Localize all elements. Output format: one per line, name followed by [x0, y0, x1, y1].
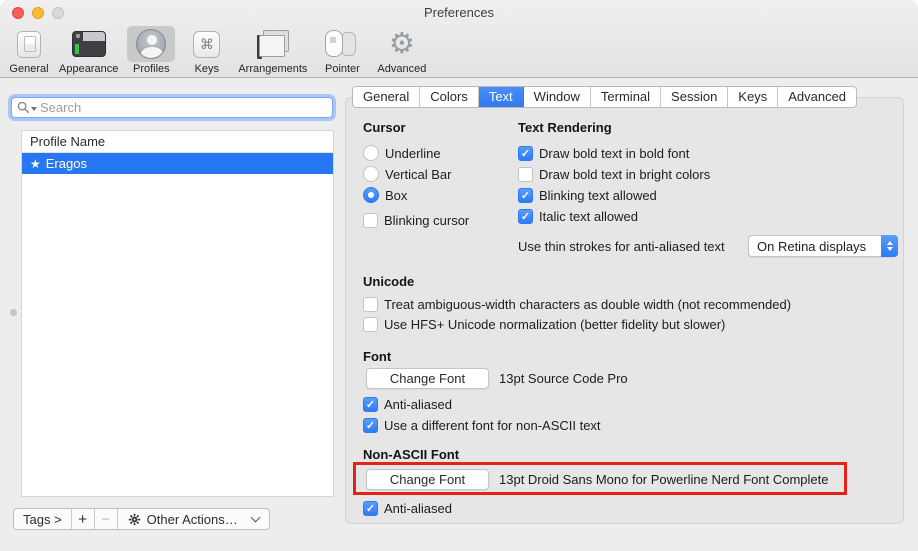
- remove-profile-button[interactable]: −: [95, 509, 118, 529]
- checkbox-bold-font[interactable]: ✓ Draw bold text in bold font: [518, 144, 898, 162]
- tab-colors[interactable]: Colors: [420, 87, 479, 107]
- tab-advanced[interactable]: Advanced: [778, 87, 856, 107]
- light-switch-icon: [17, 31, 41, 58]
- mouse-icon: [325, 30, 359, 58]
- toolbar-item-appearance[interactable]: Appearance: [59, 26, 118, 75]
- checkbox-hfs-normalization[interactable]: Use HFS+ Unicode normalization (better f…: [363, 315, 725, 333]
- profile-tabbar: General Colors Text Window Terminal Sess…: [352, 86, 857, 108]
- checkbox-icon[interactable]: [363, 317, 378, 332]
- checkbox-blinking-cursor[interactable]: Blinking cursor: [363, 211, 469, 229]
- tab-session[interactable]: Session: [661, 87, 728, 107]
- gear-icon: ⚙: [389, 30, 415, 59]
- radio-underline[interactable]: Underline: [363, 144, 469, 162]
- non-ascii-font-row: Change Font 13pt Droid Sans Mono for Pow…: [366, 469, 829, 490]
- font-description: 13pt Source Code Pro: [499, 371, 628, 386]
- toolbar-item-pointer[interactable]: Pointer: [316, 26, 368, 75]
- checkbox-different-nonascii-font[interactable]: ✓ Use a different font for non-ASCII tex…: [363, 416, 601, 434]
- non-ascii-font-description: 13pt Droid Sans Mono for Powerline Nerd …: [499, 472, 829, 487]
- checkbox-icon[interactable]: ✓: [518, 146, 533, 161]
- radio-icon[interactable]: [363, 166, 379, 182]
- checkbox-icon[interactable]: ✓: [363, 418, 378, 433]
- window-panes-icon: [255, 30, 291, 58]
- profile-search-field[interactable]: [11, 97, 333, 118]
- checkbox-bright-colors[interactable]: Draw bold text in bright colors: [518, 165, 898, 183]
- radio-box[interactable]: Box: [363, 186, 469, 204]
- star-icon: ★: [30, 157, 41, 171]
- person-icon: [136, 29, 166, 59]
- checkbox-non-ascii-anti-aliased[interactable]: ✓ Anti-aliased: [363, 499, 452, 517]
- radio-vertical-bar[interactable]: Vertical Bar: [363, 165, 469, 183]
- text-rendering-heading: Text Rendering: [518, 120, 898, 135]
- checkbox-blinking-text[interactable]: ✓ Blinking text allowed: [518, 186, 898, 204]
- chevron-down-icon: [250, 512, 260, 522]
- unicode-heading: Unicode: [363, 274, 414, 289]
- checkbox-italic-text[interactable]: ✓ Italic text allowed: [518, 207, 898, 225]
- appearance-window-icon: [72, 31, 106, 57]
- profile-footer-bar: Tags > + − Other Actions…: [13, 508, 270, 530]
- thin-strokes-row: Use thin strokes for anti-aliased text O…: [518, 235, 898, 257]
- cursor-heading: Cursor: [363, 120, 469, 135]
- font-heading: Font: [363, 349, 391, 364]
- tab-text[interactable]: Text: [479, 87, 524, 107]
- search-scope-chevron-icon: [31, 107, 37, 111]
- tab-keys[interactable]: Keys: [728, 87, 778, 107]
- text-pane: Cursor Underline Vertical Bar Box Blinki…: [345, 97, 904, 524]
- toolbar-item-profiles[interactable]: Profiles: [127, 26, 175, 75]
- change-non-ascii-font-button[interactable]: Change Font: [366, 469, 489, 490]
- tab-terminal[interactable]: Terminal: [591, 87, 661, 107]
- panel-resize-dot: [10, 309, 17, 316]
- checkbox-anti-aliased[interactable]: ✓ Anti-aliased: [363, 395, 452, 413]
- checkbox-icon[interactable]: ✓: [363, 501, 378, 516]
- toolbar-item-general[interactable]: General: [8, 26, 50, 75]
- checkbox-icon[interactable]: [518, 167, 533, 182]
- dropdown-stepper-icon: [881, 235, 898, 257]
- font-row: Change Font 13pt Source Code Pro: [366, 368, 628, 389]
- radio-icon[interactable]: [363, 187, 379, 203]
- checkbox-icon[interactable]: ✓: [518, 209, 533, 224]
- preferences-window: Preferences General Appearance Profiles …: [0, 0, 918, 551]
- window-header: Preferences General Appearance Profiles …: [0, 0, 918, 78]
- action-gear-icon: [128, 513, 141, 526]
- checkbox-icon[interactable]: [363, 297, 378, 312]
- tags-button[interactable]: Tags >: [14, 509, 72, 529]
- toolbar-item-keys[interactable]: ⌘ Keys: [184, 26, 229, 75]
- window-title: Preferences: [0, 5, 918, 20]
- change-font-button[interactable]: Change Font: [366, 368, 489, 389]
- search-input[interactable]: [40, 100, 327, 115]
- thin-strokes-label: Use thin strokes for anti-aliased text: [518, 239, 725, 254]
- checkbox-ambiguous-width[interactable]: Treat ambiguous-width characters as doub…: [363, 295, 791, 313]
- tab-general[interactable]: General: [353, 87, 420, 107]
- preferences-toolbar: General Appearance Profiles ⌘ Keys Arran…: [8, 26, 426, 75]
- toolbar-item-advanced[interactable]: ⚙ Advanced: [377, 26, 426, 75]
- toolbar-item-arrangements[interactable]: Arrangements: [238, 26, 307, 75]
- profile-name: Eragos: [46, 156, 87, 171]
- thin-strokes-dropdown[interactable]: On Retina displays: [748, 235, 898, 257]
- cursor-section: Cursor Underline Vertical Bar Box Blinki…: [363, 120, 469, 232]
- other-actions-button[interactable]: Other Actions…: [118, 509, 269, 529]
- title-bar: Preferences: [0, 0, 918, 26]
- add-profile-button[interactable]: +: [72, 509, 95, 529]
- checkbox-icon[interactable]: ✓: [518, 188, 533, 203]
- radio-icon[interactable]: [363, 145, 379, 161]
- command-key-icon: ⌘: [193, 31, 220, 58]
- text-rendering-section: Text Rendering ✓ Draw bold text in bold …: [518, 120, 898, 260]
- checkbox-icon[interactable]: ✓: [363, 397, 378, 412]
- checkbox-icon[interactable]: [363, 213, 378, 228]
- profile-row-eragos[interactable]: ★ Eragos: [22, 153, 333, 174]
- profile-list: Profile Name ★ Eragos: [21, 130, 334, 497]
- tab-window[interactable]: Window: [524, 87, 591, 107]
- profile-list-header: Profile Name: [22, 131, 333, 153]
- search-icon: [17, 101, 30, 114]
- non-ascii-font-heading: Non-ASCII Font: [363, 447, 459, 462]
